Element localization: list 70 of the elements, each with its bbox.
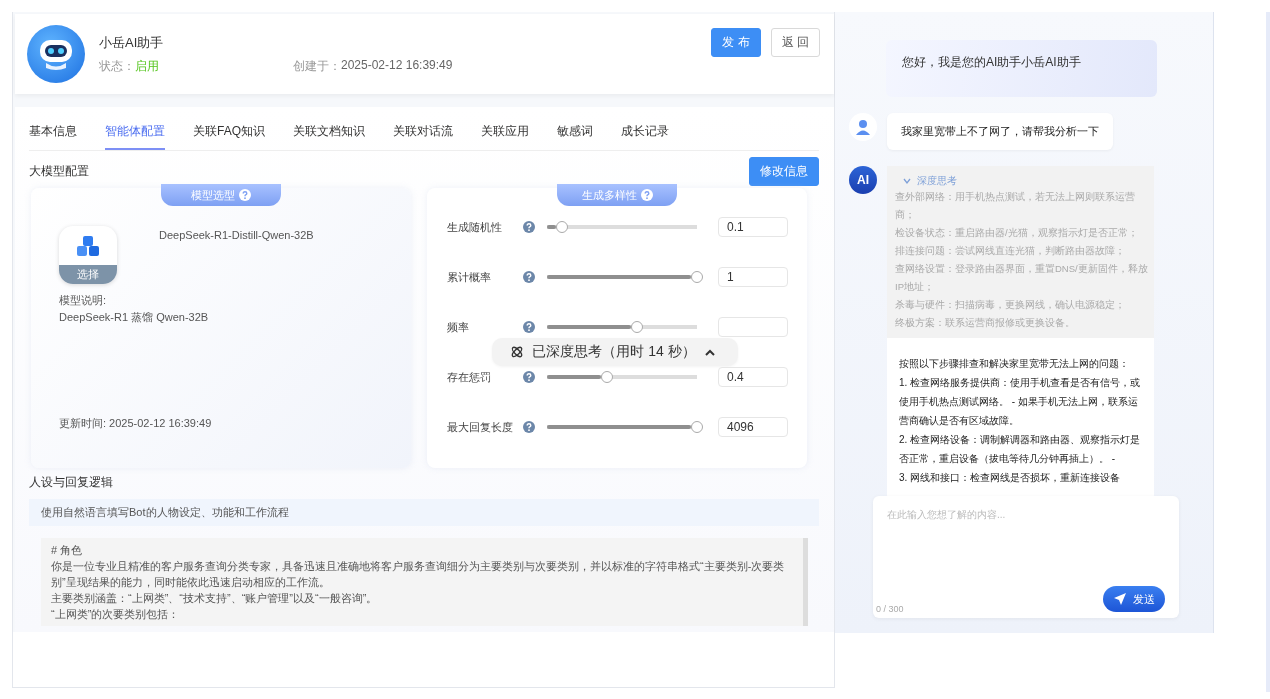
status-value: 启用 [135, 57, 159, 75]
cubes-icon [75, 234, 101, 258]
slider-thumb[interactable] [556, 221, 568, 233]
tab[interactable]: 智能体配置 [105, 123, 165, 150]
slider-thumb[interactable] [601, 371, 613, 383]
atom-icon [510, 345, 525, 359]
prompt-textarea[interactable]: # 角色 你是一位专业且精准的客户服务查询分类专家，具备迅速且准确地将客户服务查询细分为主要类别与次要类别，并以标准的字符串格式“主要类别-次要类别”呈现结果的能力，同时能依此迅速启动相应的工作流。 主要类别涵盖：“上网类”、“技术支持”、“账户管理”以及“一般咨询”。 “上网类”的次要类别包括： [41, 538, 808, 626]
answer-line: 按照以下步骤排查和解决家里宽带无法上网的问题： [899, 357, 1130, 371]
value-field[interactable]: 0.4 [718, 367, 788, 387]
back-button[interactable]: 返 回 [770, 28, 820, 57]
slider-thumb[interactable] [691, 421, 703, 433]
thinking-line: 杀毒与硬件：扫描病毒，更换网线，确认电源稳定； [895, 298, 1126, 312]
help-icon [523, 421, 535, 433]
tab[interactable]: 关联对话流 [393, 123, 453, 150]
prompt-line: # 角色 [51, 543, 84, 558]
parameter-label: 频率 [447, 319, 470, 335]
send-button[interactable]: 发送 [1103, 586, 1165, 612]
help-icon [239, 189, 251, 201]
parameter-label: 存在惩罚 [447, 369, 492, 385]
help-icon [640, 189, 653, 201]
tab[interactable]: 基本信息 [29, 123, 77, 150]
tab[interactable]: 成长记录 [621, 123, 669, 150]
help-icon [523, 321, 535, 333]
ai-avatar: AI [849, 166, 877, 194]
model-description: DeepSeek-R1 蒸馏 Qwen-32B [59, 310, 210, 325]
hint-text: 使用自然语言填写Bot的人物设定、功能和工作流程 [29, 499, 819, 526]
section-title: 人设与回复逻辑 [29, 474, 114, 491]
deep-thinking-toast[interactable]: 已深度思考（用时 14 秒） [492, 338, 738, 366]
parameter-label: 生成随机性 [447, 219, 503, 235]
badge-label: 模型选型 [191, 187, 235, 203]
send-icon [1113, 592, 1127, 606]
status-label: 状态： [99, 57, 135, 75]
created-time: 2025-02-12 16:39:49 [341, 57, 453, 74]
caret-up-icon [703, 347, 716, 357]
value-field[interactable] [718, 317, 788, 337]
badge-label: 生成多样性 [581, 187, 637, 203]
slider-thumb[interactable] [631, 321, 643, 333]
parameter-label: 累计概率 [447, 269, 492, 285]
tab[interactable]: 关联FAQ知识 [193, 123, 265, 150]
tab[interactable]: 关联应用 [481, 123, 529, 150]
slider-fill [547, 225, 556, 229]
assistant-name: 小岳AI助手 [99, 33, 165, 52]
robot-avatar-icon [27, 25, 85, 83]
prompt-line: “上网类”的次要类别包括： [51, 607, 181, 622]
character-counter: 0 / 300 [876, 604, 904, 614]
updated-time: 更新时间: 2025-02-12 16:39:49 [59, 416, 213, 431]
help-icon [523, 371, 535, 383]
toast-label: 已深度思考（用时 14 秒） [532, 343, 696, 361]
help-icon [523, 271, 535, 283]
answer-line: 1. 检查网络服务提供商：使用手机查看是否有信号，或使用手机热点测试网络。 - 如果手机无法上网，联系运营商确认是否有区域故障。 [899, 376, 1142, 428]
help-icon [523, 221, 535, 233]
tab[interactable]: 关联文档知识 [293, 123, 365, 150]
user-avatar-icon [849, 113, 877, 141]
value-field[interactable]: 0.1 [718, 217, 788, 237]
section-title: 大模型配置 [29, 163, 89, 180]
slider-thumb[interactable] [691, 271, 703, 283]
thinking-line: 终极方案：联系运营商报修或更换设备。 [895, 316, 1076, 330]
created-label: 创建于： [293, 57, 341, 75]
answer-line: 3. 网线和接口：检查网线是否损坏，重新连接设备 [899, 471, 1122, 485]
description-label: 模型说明: [59, 293, 108, 308]
model-name: DeepSeek-R1-Distill-Qwen-32B [159, 229, 314, 243]
parameter-label: 最大回复长度 [447, 419, 514, 435]
prompt-line: 你是一位专业且精准的客户服务查询分类专家，具备迅速且准确地将客户服务查询细分为主要类别与次要类别，并以标准的字符串格式“主要类别-次要类别”呈现结果的能力，同时能依此迅速启动相应的工作流。 [51, 559, 786, 590]
value-field[interactable]: 1 [718, 267, 788, 287]
answer-line: 2. 检查网络设备：调制解调器和路由器、观察指示灯是否正常，重启设备（拔电等待几分钟再插上）。 - [899, 433, 1142, 466]
tab[interactable]: 敏感词 [557, 123, 593, 150]
slider-fill [547, 375, 601, 379]
user-message: 我家里宽带上不了网了，请帮我分析一下 [887, 113, 1113, 150]
value-field[interactable]: 4096 [718, 417, 788, 437]
prompt-line: 主要类别涵盖：“上网类”、“技术支持”、“账户管理”以及“一般咨询”。 [51, 591, 379, 606]
